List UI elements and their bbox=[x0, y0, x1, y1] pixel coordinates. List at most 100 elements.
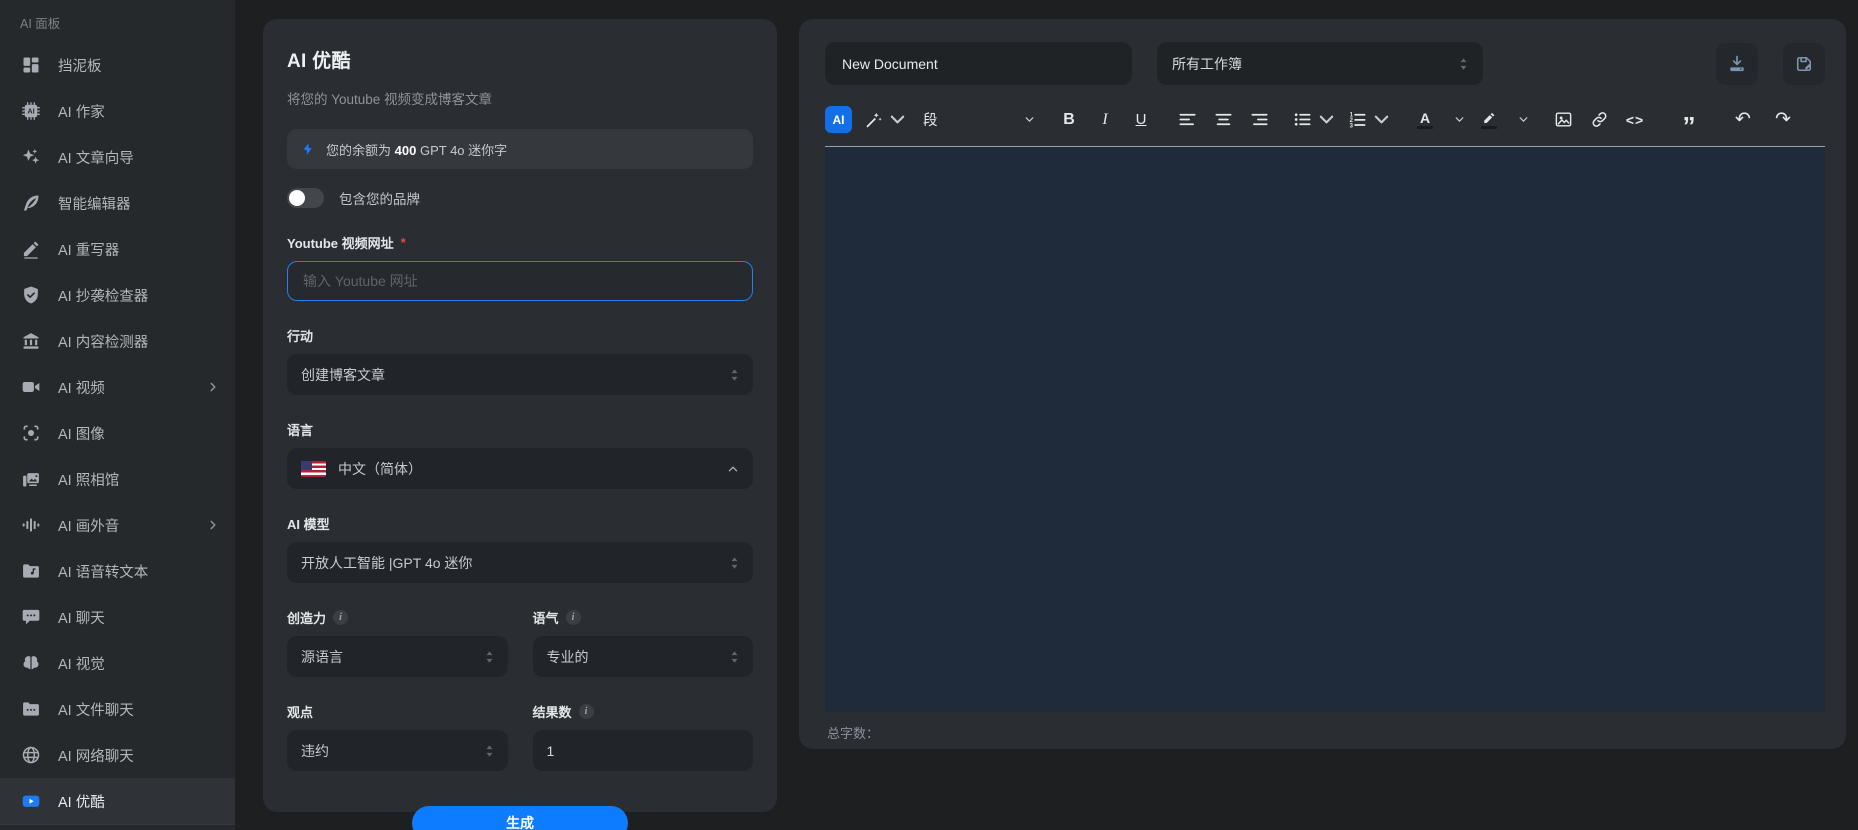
chevron-down-icon[interactable] bbox=[1454, 114, 1465, 125]
align-center-icon bbox=[1214, 110, 1233, 129]
insert-image-button[interactable] bbox=[1551, 106, 1575, 133]
sidebar-item-voiceover[interactable]: AI 画外音 bbox=[0, 502, 235, 548]
bold-button[interactable]: B bbox=[1057, 106, 1081, 133]
sidebar-item-label: AI 图像 bbox=[58, 423, 219, 444]
page-title: AI 优酷 bbox=[287, 46, 753, 73]
bullet-list-icon bbox=[1293, 110, 1312, 129]
sidebar-item-label: AI 作家 bbox=[58, 101, 219, 122]
sidebar-item-label: AI 网络聊天 bbox=[58, 745, 219, 766]
youtube-tool-form-panel: AI 优酷 将您的 Youtube 视频变成博客文章 您的余额为 400 GPT… bbox=[263, 19, 777, 812]
chevron-right-icon bbox=[207, 519, 219, 531]
info-icon[interactable]: i bbox=[333, 610, 348, 625]
align-center-button[interactable] bbox=[1211, 106, 1235, 133]
sidebar-item-label: AI 文件聊天 bbox=[58, 699, 219, 720]
bullet-list-button[interactable] bbox=[1293, 106, 1336, 133]
sidebar-item-ai-youtube[interactable]: AI 优酷 bbox=[0, 778, 235, 824]
tone-select[interactable]: 专业的 bbox=[533, 636, 754, 677]
sidebar-item-article-wizard[interactable]: AI 文章向导 bbox=[0, 134, 235, 180]
sparkles-icon bbox=[21, 147, 41, 167]
sidebar-item-rewriter[interactable]: AI 重写器 bbox=[0, 226, 235, 272]
brain-icon bbox=[21, 653, 41, 673]
sidebar-item-label: AI 重写器 bbox=[58, 239, 219, 260]
italic-button[interactable]: I bbox=[1093, 106, 1117, 133]
align-left-icon bbox=[1178, 110, 1197, 129]
workbook-select[interactable]: 所有工作簿 bbox=[1157, 42, 1483, 85]
model-label: AI 模型 bbox=[287, 514, 753, 533]
brand-toggle-label: 包含您的品牌 bbox=[339, 188, 420, 208]
results-group: 结果数 i bbox=[533, 677, 754, 771]
sidebar-item-plagiarism-checker[interactable]: AI 抄袭检查器 bbox=[0, 272, 235, 318]
sidebar-item-label: AI 语音转文本 bbox=[58, 561, 219, 582]
save-document-button[interactable] bbox=[1783, 43, 1825, 85]
sidebar-item-ai-image[interactable]: AI 图像 bbox=[0, 410, 235, 456]
required-asterisk: * bbox=[401, 235, 406, 250]
download-button[interactable] bbox=[1716, 43, 1758, 85]
sidebar-item-ai-chat[interactable]: AI 聊天 bbox=[0, 594, 235, 640]
numbered-list-button[interactable]: 123 bbox=[1348, 106, 1391, 133]
info-icon[interactable]: i bbox=[566, 610, 581, 625]
sidebar-item-content-detector[interactable]: AI 内容检测器 bbox=[0, 318, 235, 364]
creativity-select[interactable]: 源语言 bbox=[287, 636, 508, 677]
dashboard-icon bbox=[21, 55, 41, 75]
sidebar-item-ai-vision[interactable]: AI 视觉 bbox=[0, 640, 235, 686]
sidebar-item-label: AI 视觉 bbox=[58, 653, 219, 674]
chevron-down-icon bbox=[1372, 110, 1391, 129]
paragraph-format-select[interactable]: 段 bbox=[923, 109, 1035, 130]
magic-wand-icon bbox=[864, 110, 883, 129]
select-arrows-icon bbox=[730, 556, 739, 570]
align-right-button[interactable] bbox=[1247, 106, 1271, 133]
magic-wand-button[interactable] bbox=[864, 106, 907, 133]
sidebar-item-label: AI 照相馆 bbox=[58, 469, 219, 490]
sidebar-item-ai-video[interactable]: AI 视频 bbox=[0, 364, 235, 410]
sidebar-item-web-chat[interactable]: AI 网络聊天 bbox=[0, 732, 235, 778]
download-icon bbox=[1727, 54, 1747, 74]
text-color-button[interactable]: A bbox=[1413, 106, 1437, 133]
pov-label: 观点 bbox=[287, 702, 508, 721]
ai-tools-button[interactable]: AI bbox=[825, 106, 852, 133]
model-select[interactable]: 开放人工智能 |GPT 4o 迷你 bbox=[287, 542, 753, 583]
sidebar-item-label: 挡泥板 bbox=[58, 55, 219, 76]
highlight-color-button[interactable] bbox=[1477, 106, 1501, 133]
svg-text:3: 3 bbox=[1350, 124, 1354, 129]
redo-button[interactable]: ↷ bbox=[1771, 106, 1795, 133]
sidebar-item-file-chat[interactable]: AI 文件聊天 bbox=[0, 686, 235, 732]
sidebar-item-smart-editor[interactable]: 智能编辑器 bbox=[0, 180, 235, 226]
include-brand-toggle[interactable] bbox=[287, 188, 324, 208]
editor-content-area[interactable] bbox=[825, 146, 1825, 712]
tone-group: 语气 i 专业的 bbox=[533, 583, 754, 677]
youtube-url-input[interactable] bbox=[303, 273, 737, 289]
info-icon[interactable]: i bbox=[579, 704, 594, 719]
sidebar-item-speech-to-text[interactable]: AI 语音转文本 bbox=[0, 548, 235, 594]
bank-icon bbox=[21, 331, 41, 351]
folder-chat-icon bbox=[21, 699, 41, 719]
image-icon bbox=[1554, 110, 1573, 129]
sidebar-item-label: AI 文章向导 bbox=[58, 147, 219, 168]
select-arrows-icon bbox=[730, 650, 739, 664]
pov-select[interactable]: 违约 bbox=[287, 730, 508, 771]
pencil-icon bbox=[21, 239, 41, 259]
action-select[interactable]: 创建博客文章 bbox=[287, 354, 753, 395]
select-arrows-icon bbox=[485, 744, 494, 758]
select-arrows-icon bbox=[1459, 57, 1468, 71]
insert-link-button[interactable] bbox=[1587, 106, 1611, 133]
undo-button[interactable]: ↶ bbox=[1731, 106, 1755, 133]
document-title-input[interactable] bbox=[825, 42, 1132, 85]
creativity-label: 创造力 i bbox=[287, 608, 508, 627]
align-left-button[interactable] bbox=[1175, 106, 1199, 133]
chevron-down-icon[interactable] bbox=[1518, 114, 1529, 125]
underline-button[interactable]: U bbox=[1129, 106, 1153, 133]
sidebar-item-photo-studio[interactable]: AI 照相馆 bbox=[0, 456, 235, 502]
youtube-icon bbox=[21, 791, 41, 811]
sidebar-item-label: AI 视频 bbox=[58, 377, 190, 398]
lightning-icon bbox=[301, 142, 315, 156]
generate-button[interactable]: 生成 bbox=[412, 806, 628, 830]
word-count-label: 总字数： bbox=[827, 723, 879, 742]
results-count-input[interactable] bbox=[547, 743, 740, 759]
blockquote-button[interactable]: ” bbox=[1677, 106, 1701, 133]
sidebar-item-dashboard[interactable]: 挡泥板 bbox=[0, 42, 235, 88]
code-button[interactable]: <> bbox=[1623, 106, 1647, 133]
language-select[interactable]: 中文（简体） bbox=[287, 448, 753, 489]
photo-gallery-icon bbox=[21, 469, 41, 489]
sidebar-divider bbox=[0, 824, 235, 825]
sidebar-item-ai-writer[interactable]: AI AI 作家 bbox=[0, 88, 235, 134]
